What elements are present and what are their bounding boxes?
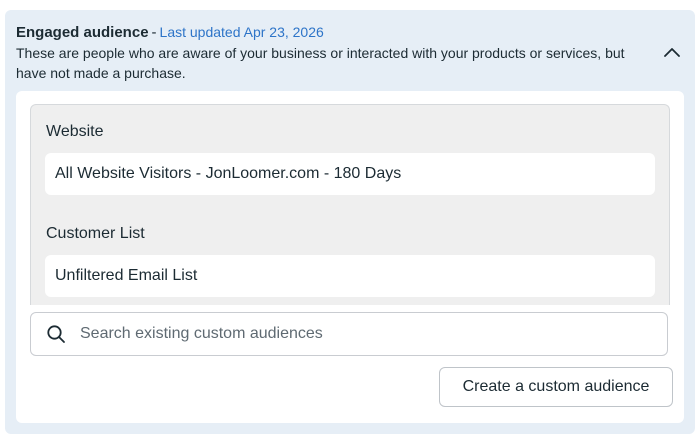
last-updated-text: Last updated Apr 23, 2026	[159, 24, 324, 40]
engaged-audience-panel: Engaged audience - Last updated Apr 23, 20…	[5, 10, 695, 434]
panel-title: Engaged audience	[16, 24, 149, 41]
audience-item-website[interactable]: All Website Visitors - JonLoomer.com - 1…	[45, 153, 655, 195]
audience-content: Website All Website Visitors - JonLoomer…	[16, 91, 684, 423]
panel-description: These are people who are aware of your b…	[16, 45, 625, 81]
search-input[interactable]	[78, 324, 667, 344]
selected-audiences-list[interactable]: Website All Website Visitors - JonLoomer…	[30, 104, 670, 305]
search-field[interactable]	[30, 312, 668, 356]
section-label-customer-list: Customer List	[46, 225, 145, 242]
title-separator: -	[151, 24, 157, 41]
title-line: Engaged audience - Last updated Apr 23, 20…	[16, 22, 646, 43]
section-label-website: Website	[46, 123, 104, 140]
chevron-up-icon	[664, 48, 680, 57]
collapse-button[interactable]	[662, 42, 682, 62]
search-icon	[47, 325, 65, 343]
panel-header: Engaged audience - Last updated Apr 23, 20…	[16, 22, 646, 83]
audience-item-customer-list[interactable]: Unfiltered Email List	[45, 255, 655, 297]
create-custom-audience-button[interactable]: Create a custom audience	[439, 367, 673, 407]
